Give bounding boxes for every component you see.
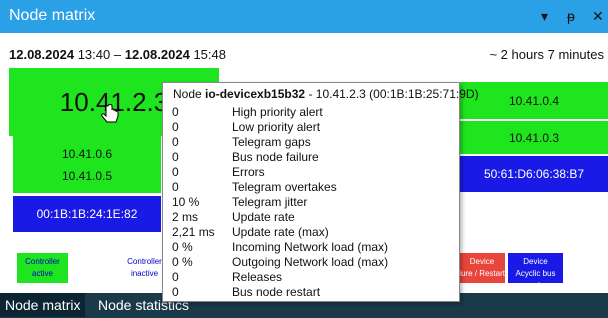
end-time: 15:48 (193, 47, 226, 62)
tooltip-row: 0 Telegram overtakes (172, 180, 337, 194)
tooltip-row: 0 Errors (172, 165, 265, 179)
tooltip-row-value: 2,21 ms (172, 225, 215, 239)
tooltip-row-label: Low priority alert (232, 120, 321, 134)
duration-label: ~ 2 hours 7 minutes (489, 47, 604, 62)
tooltip-row-value: 0 (172, 180, 179, 194)
time-range: 12.08.2024 13:40 – 12.08.2024 15:48 (9, 47, 226, 62)
start-date: 12.08.2024 (9, 47, 75, 62)
tooltip-paren-close: ) (474, 87, 479, 101)
tooltip-row-label: Telegram overtakes (232, 180, 337, 194)
tooltip-row-label: Errors (232, 165, 265, 179)
node-tile[interactable]: 00:1B:1B:24:1E:82 (13, 196, 161, 232)
tooltip-row-label: Update rate (max) (232, 225, 329, 239)
range-dash: – (113, 47, 122, 62)
tooltip-row: 0 % Outgoing Network load (max) (172, 255, 388, 269)
start-time: 13:40 (77, 47, 111, 62)
tooltip-row: 0 Releases (172, 270, 282, 284)
tooltip-row-value: 0 % (172, 240, 193, 254)
tooltip-row: 10 % Telegram jitter (172, 195, 307, 209)
tooltip-row-label: Update rate (232, 210, 295, 224)
tooltip-row-value: 0 (172, 135, 179, 149)
tooltip-row-label: Bus node failure (232, 150, 319, 164)
legend-controller-active: Controller active (17, 253, 68, 283)
legend-title: Device (469, 257, 495, 266)
tooltip-row-label: Outgoing Network load (max) (232, 255, 389, 269)
window-titlebar: Node matrix ▾ ᵽ ✕ (0, 0, 608, 33)
tooltip-row-value: 2 ms (172, 210, 199, 224)
node-tile[interactable]: 10.41.0.4 (460, 82, 608, 119)
legend-device-failure: Device Bus node failure / Restart (459, 253, 505, 283)
tooltip-row-value: 0 % (172, 255, 193, 269)
tooltip-row-label: Releases (232, 270, 283, 284)
legend-state: Acyclic bus node (515, 269, 556, 290)
tooltip-row: 2,21 ms Update rate (max) (172, 225, 329, 239)
tooltip-row: 0 Telegram gaps (172, 135, 311, 149)
tooltip-ip: 10.41.2.3 (315, 87, 366, 101)
tooltip-row: 0 Bus node restart (172, 285, 320, 299)
close-icon[interactable]: ✕ (592, 8, 604, 25)
node-tile[interactable]: 50:61:D6:06:38:B7 (460, 156, 608, 192)
legend-state: Bus node failure / Restart (459, 269, 505, 278)
tooltip-row-value: 10 % (172, 195, 200, 209)
dropdown-icon[interactable]: ▾ (541, 8, 548, 25)
node-tooltip: Node io-devicexb15b32 - 10.41.2.3 (00:1B… (162, 82, 479, 302)
tab-node-matrix[interactable]: Node matrix (0, 293, 86, 317)
window-title: Node matrix (9, 7, 96, 24)
tooltip-row-value: 0 (172, 285, 179, 299)
node-tile[interactable]: 10.41.0.3 (460, 121, 608, 154)
legend-device-acyclic: Device Acyclic bus node (508, 253, 563, 290)
pin-icon[interactable]: ᵽ (567, 8, 575, 24)
legend-title: Device (523, 257, 548, 266)
hand-cursor-icon (101, 104, 119, 123)
tooltip-row: 0 Bus node failure (172, 150, 319, 164)
tooltip-row-label: Telegram gaps (232, 135, 311, 149)
end-date: 12.08.2024 (124, 47, 190, 62)
tooltip-prefix: Node (173, 87, 202, 101)
tooltip-row-value: 0 (172, 120, 179, 134)
tooltip-row-value: 0 (172, 270, 179, 284)
node-tile[interactable]: 10.41.0.5 (13, 158, 161, 193)
tooltip-row-value: 0 (172, 150, 179, 164)
tooltip-row-label: High priority alert (232, 105, 323, 119)
tooltip-row-label: Incoming Network load (max) (232, 240, 389, 254)
tooltip-row: 0 High priority alert (172, 105, 323, 119)
tooltip-row-value: 0 (172, 105, 179, 119)
tooltip-row-value: 0 (172, 165, 179, 179)
tooltip-mac: 00:1B:1B:25:71:9D (373, 87, 475, 101)
tooltip-row: 0 % Incoming Network load (max) (172, 240, 388, 254)
legend-state: active (32, 269, 53, 278)
tooltip-row-label: Telegram jitter (232, 195, 308, 209)
tooltip-header: Node io-devicexb15b32 - 10.41.2.3 (00:1B… (173, 87, 479, 101)
tooltip-row: 2 ms Update rate (172, 210, 295, 224)
tooltip-row: 0 Low priority alert (172, 120, 320, 134)
legend-title: Controller (25, 257, 60, 266)
tooltip-device-name: io-devicexb15b32 (205, 87, 306, 101)
tooltip-row-label: Bus node restart (232, 285, 321, 299)
tooltip-separator: - (308, 87, 316, 101)
